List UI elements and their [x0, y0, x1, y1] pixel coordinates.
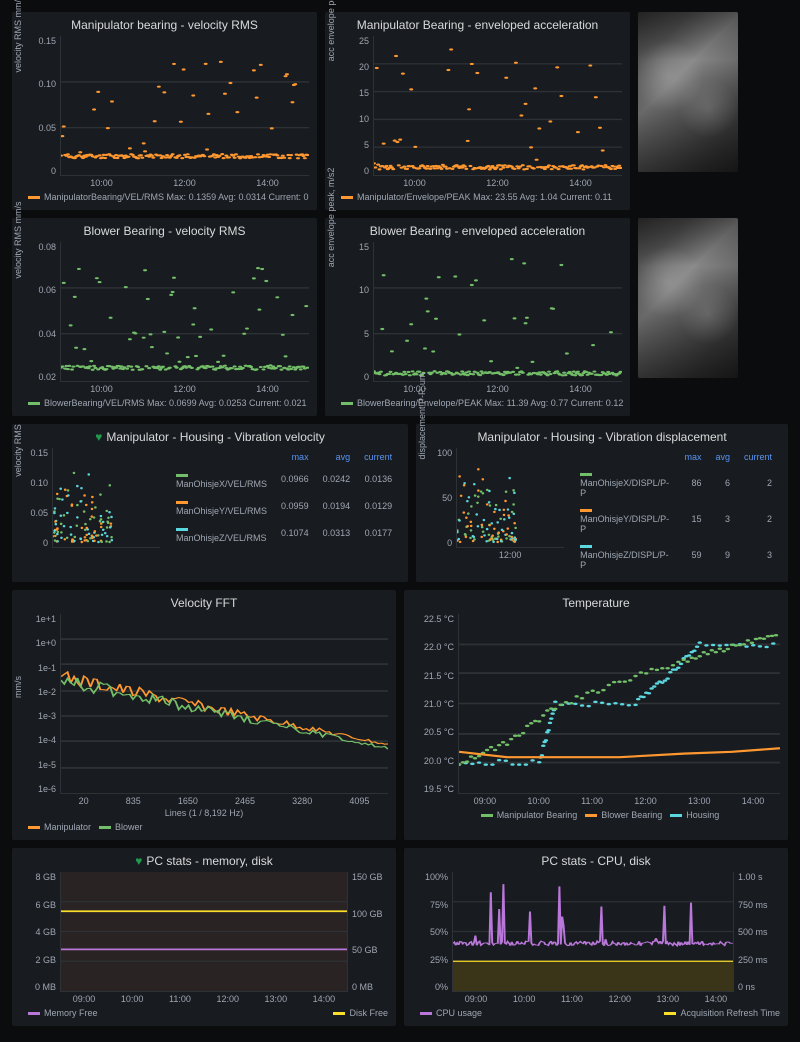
y-axis-left: 8 GB6 GB4 GB2 GB0 MB: [20, 872, 60, 992]
panel-manipulator-vel-rms[interactable]: Manipulator bearing - velocity RMS veloc…: [12, 12, 317, 210]
plot-area[interactable]: [373, 36, 622, 176]
y-axis-label: velocity RMS mm/s: [13, 201, 23, 278]
panel-title: Velocity FFT: [20, 596, 388, 610]
legend: Manipulator Bearing Blower Bearing Housing: [420, 810, 780, 820]
series-stats-table: max avg current ManOhisjeX/DISPL/P-P8662…: [572, 448, 780, 574]
legend: Manipulator/Envelope/PEAK Max: 23.55 Avg…: [341, 192, 622, 202]
legend-item[interactable]: Disk Free: [333, 1008, 388, 1018]
x-axis: 10:0012:0014:00: [60, 384, 309, 394]
y-axis-label: acc envelope peak, m/s2: [326, 0, 336, 61]
plot-area[interactable]: [456, 448, 564, 548]
panel-title: Manipulator Bearing - enveloped accelera…: [333, 18, 622, 32]
legend: Manipulator Blower: [28, 822, 388, 832]
series-stats-table: max avg current ManOhisjeX/VEL/RMS0.0966…: [168, 448, 400, 548]
table-row: ManOhisjeX/DISPL/P-P8662: [574, 466, 778, 500]
y-axis: 22.5 °C22.0 °C21.5 °C21.0 °C20.5 °C20.0 …: [412, 614, 458, 794]
panel-title: Blower Bearing - velocity RMS: [20, 224, 309, 238]
panel-pc-mem-disk[interactable]: ♥ PC stats - memory, disk 8 GB6 GB4 GB2 …: [12, 848, 396, 1026]
panel-manipulator-env-acc[interactable]: Manipulator Bearing - enveloped accelera…: [325, 12, 630, 210]
legend-item[interactable]: Blower Bearing: [585, 810, 662, 820]
y-axis-right: 150 GB100 GB50 GB0 MB: [348, 872, 388, 992]
y-axis-label: velocity RMS mm/s: [13, 0, 23, 72]
y-axis-label: mm/s: [13, 676, 23, 698]
x-axis: 09:0010:0011:0012:0013:0014:00: [458, 796, 780, 806]
machine-photo-2: [638, 218, 738, 378]
table-row: ManOhisjeX/VEL/RMS0.09660.02420.0136: [170, 466, 398, 491]
table-row: ManOhisjeY/VEL/RMS0.09590.01940.0129: [170, 493, 398, 518]
machine-photo-1: [638, 12, 738, 172]
panel-title: ♥ PC stats - memory, disk: [20, 854, 388, 868]
panel-title: Blower Bearing - enveloped acceleration: [333, 224, 622, 238]
legend-item[interactable]: Blower: [99, 822, 143, 832]
y-axis-left: 100%75%50%25%0%: [412, 872, 452, 992]
legend: ManipulatorBearing/VEL/RMS Max: 0.1359 A…: [28, 192, 309, 202]
x-axis: 208351650246532804095: [60, 796, 388, 806]
x-axis: 09:0010:0011:0012:0013:0014:00: [452, 994, 740, 1004]
plot-area[interactable]: [458, 614, 780, 794]
legend-item[interactable]: CPU usage: [420, 1008, 482, 1018]
y-axis: 0.150.100.050: [20, 448, 52, 548]
plot-area[interactable]: [60, 872, 348, 992]
panel-title: Manipulator bearing - velocity RMS: [20, 18, 309, 32]
x-axis: 09:0010:0011:0012:0013:0014:00: [60, 994, 348, 1004]
table-row: ManOhisjeZ/DISPL/P-P5993: [574, 538, 778, 572]
y-axis-right: 1.00 s750 ms500 ms250 ms0 ns: [734, 872, 780, 992]
table-row: ManOhisjeY/DISPL/P-P1532: [574, 502, 778, 536]
table-row: ManOhisjeZ/VEL/RMS0.10740.03130.0177: [170, 521, 398, 546]
plot-area[interactable]: [60, 614, 388, 794]
panel-pc-cpu-disk[interactable]: PC stats - CPU, disk 100%75%50%25%0% 1.0…: [404, 848, 788, 1026]
panel-title: Manipulator - Housing - Vibration displa…: [424, 430, 780, 444]
x-axis: 10:0012:0014:00: [60, 178, 309, 188]
plot-area[interactable]: [452, 872, 734, 992]
legend-item[interactable]: Manipulator Bearing: [481, 810, 578, 820]
y-axis: 1e+11e+01e-11e-21e-31e-41e-51e-6: [20, 614, 60, 794]
y-axis: 0.150.100.050: [20, 36, 60, 176]
heart-icon: ♥: [95, 430, 102, 444]
x-axis-label: Lines (1 / 8,192 Hz): [20, 808, 388, 818]
panel-blower-vel-rms[interactable]: Blower Bearing - velocity RMS velocity R…: [12, 218, 317, 416]
legend-item[interactable]: Housing: [670, 810, 719, 820]
plot-area[interactable]: [52, 448, 160, 548]
y-axis: 0.080.060.040.02: [20, 242, 60, 382]
panel-velocity-fft[interactable]: Velocity FFT mm/s 1e+11e+01e-11e-21e-31e…: [12, 590, 396, 840]
legend: CPU usage Acquisition Refresh Time: [420, 1008, 780, 1018]
panel-blower-env-acc[interactable]: Blower Bearing - enveloped acceleration …: [325, 218, 630, 416]
legend-item[interactable]: Manipulator: [28, 822, 91, 832]
legend-item[interactable]: Memory Free: [28, 1008, 98, 1018]
legend: Memory Free Disk Free: [28, 1008, 388, 1018]
x-axis: 12:00: [456, 550, 564, 560]
x-axis: 10:0012:0014:00: [373, 178, 622, 188]
panel-temperature[interactable]: Temperature 22.5 °C22.0 °C21.5 °C21.0 °C…: [404, 590, 788, 840]
plot-area[interactable]: [60, 36, 309, 176]
x-axis: 10:0012:0014:00: [373, 384, 622, 394]
legend: BlowerBearing/Envelope/PEAK Max: 11.39 A…: [341, 398, 622, 408]
y-axis: 100500: [424, 448, 456, 548]
panel-title: PC stats - CPU, disk: [412, 854, 780, 868]
y-axis-label: velocity RMS: [13, 424, 23, 477]
plot-area[interactable]: [60, 242, 309, 382]
plot-area[interactable]: [373, 242, 622, 382]
legend-item[interactable]: Acquisition Refresh Time: [664, 1008, 780, 1018]
panel-title: Temperature: [412, 596, 780, 610]
panel-housing-vib-vel[interactable]: ♥ Manipulator - Housing - Vibration velo…: [12, 424, 408, 582]
legend: BlowerBearing/VEL/RMS Max: 0.0699 Avg: 0…: [28, 398, 309, 408]
panel-title: ♥ Manipulator - Housing - Vibration velo…: [20, 430, 400, 444]
heart-icon: ♥: [135, 854, 142, 868]
panel-housing-vib-disp[interactable]: Manipulator - Housing - Vibration displa…: [416, 424, 788, 582]
y-axis: 151050: [333, 242, 373, 382]
y-axis-label: acc envelope peak, m/s2: [326, 168, 336, 268]
y-axis: 2520151050: [333, 36, 373, 176]
y-axis-label: displacement P-P, um: [417, 373, 427, 460]
